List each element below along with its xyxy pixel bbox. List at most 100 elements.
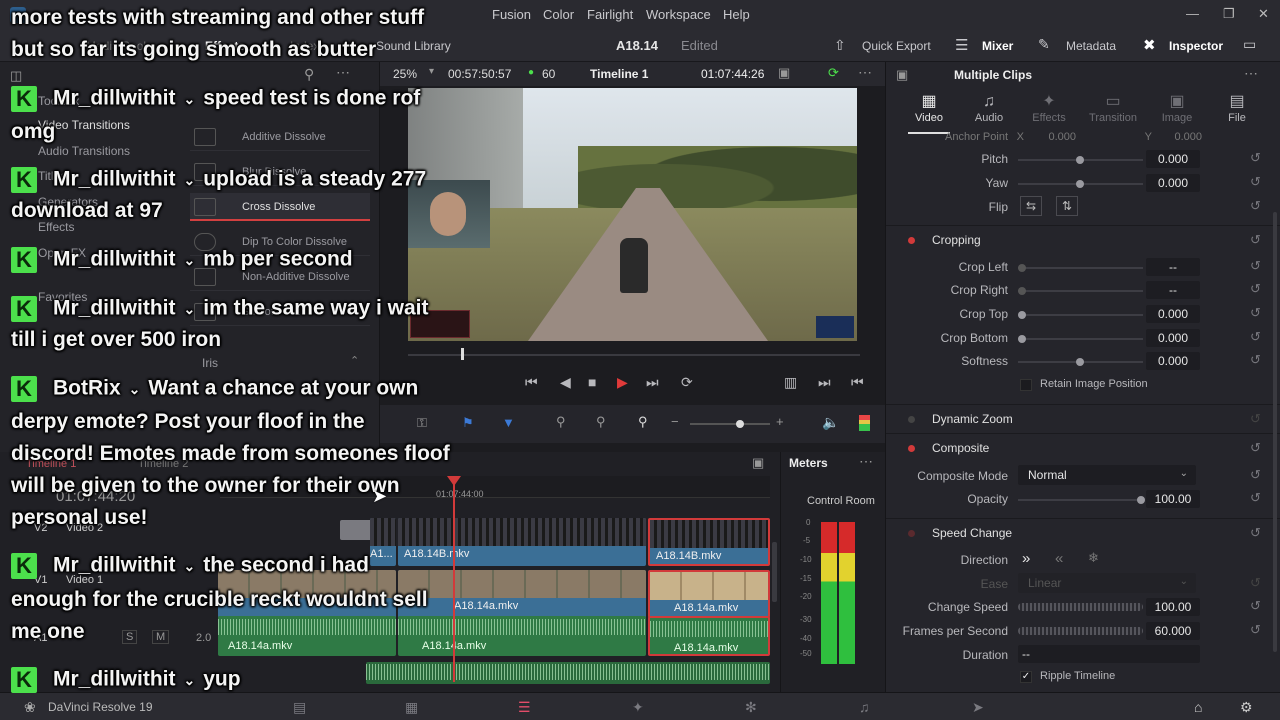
cut-page-icon[interactable]: ▦ bbox=[405, 699, 418, 716]
video-frame[interactable] bbox=[408, 88, 857, 341]
crop-left-value[interactable]: -- bbox=[1146, 258, 1200, 276]
speed-change-section-header[interactable]: Speed Change ↺ bbox=[886, 518, 1280, 546]
dynamic-zoom-section-header[interactable]: Dynamic Zoom ↺ bbox=[886, 404, 1280, 432]
video-clip-v2[interactable]: A1... bbox=[370, 518, 396, 566]
play-reverse-icon[interactable]: ◀ bbox=[560, 374, 571, 391]
level-meter-icon[interactable] bbox=[859, 415, 870, 431]
zoom-in-icon[interactable]: + bbox=[776, 414, 784, 429]
home-icon[interactable]: ⌂ bbox=[1194, 699, 1202, 715]
reset-icon[interactable]: ↺ bbox=[1250, 305, 1261, 321]
crop-top-slider[interactable] bbox=[1018, 311, 1143, 319]
zoom-slider-handle[interactable] bbox=[736, 420, 744, 428]
maximize-icon[interactable]: ❐ bbox=[1223, 6, 1235, 22]
reset-icon[interactable]: ↺ bbox=[1250, 198, 1261, 214]
tab-effects[interactable]: ✦ Effects bbox=[1014, 92, 1084, 124]
zoom-out-icon[interactable]: − bbox=[671, 414, 679, 429]
play-icon[interactable]: ▶ bbox=[617, 374, 628, 391]
reset-icon[interactable]: ↺ bbox=[1250, 467, 1261, 483]
menu-fairlight[interactable]: Fairlight bbox=[587, 7, 633, 22]
search-icon[interactable]: ⚲ bbox=[304, 66, 314, 83]
sound-library-button[interactable]: Sound Library bbox=[376, 39, 451, 53]
timeline-name[interactable]: Timeline 1 bbox=[590, 67, 648, 81]
enable-toggle-icon[interactable] bbox=[908, 530, 915, 537]
slider-handle[interactable] bbox=[1076, 156, 1084, 164]
anchor-x-value[interactable]: 0.000 bbox=[1036, 131, 1076, 143]
reset-icon[interactable]: ↺ bbox=[1250, 281, 1261, 297]
inspector-button[interactable]: Inspector bbox=[1169, 39, 1223, 53]
monitor-icon[interactable]: ▣ bbox=[778, 65, 790, 81]
yaw-slider[interactable] bbox=[1018, 180, 1143, 188]
previous-edit-icon[interactable]: ⏮ bbox=[851, 374, 864, 391]
viewer-scrubber[interactable] bbox=[408, 354, 860, 356]
opacity-value[interactable]: 100.00 bbox=[1146, 490, 1200, 508]
reset-icon[interactable]: ↺ bbox=[1250, 174, 1261, 190]
slider-handle[interactable] bbox=[1076, 358, 1084, 366]
duration-field[interactable]: -- bbox=[1018, 645, 1200, 663]
more-options-icon[interactable]: ⋯ bbox=[858, 64, 872, 81]
reset-icon[interactable]: ↺ bbox=[1250, 329, 1261, 345]
ease-select[interactable]: Linear ⌄ bbox=[1018, 573, 1196, 593]
ripple-timeline-checkbox[interactable]: ✓ bbox=[1020, 671, 1032, 683]
edit-page-icon[interactable]: ☰ bbox=[518, 699, 531, 716]
fullscreen-icon[interactable]: ▭ bbox=[1243, 36, 1256, 53]
freeze-icon[interactable]: ❄ bbox=[1088, 550, 1099, 566]
pitch-slider[interactable] bbox=[1018, 156, 1143, 164]
marker-icon[interactable]: ▼ bbox=[502, 415, 515, 430]
go-to-start-icon[interactable]: ⏮ bbox=[525, 374, 538, 391]
track-solo-button[interactable]: S bbox=[122, 630, 138, 644]
inspector-layout-icon[interactable]: ▣ bbox=[896, 67, 908, 83]
reset-icon[interactable]: ↺ bbox=[1250, 622, 1261, 638]
panel-toggle-icon[interactable]: ◫ bbox=[10, 68, 22, 84]
reset-icon[interactable]: ↺ bbox=[1250, 440, 1261, 456]
transition-item-selected[interactable]: Cross Dissolve bbox=[190, 193, 370, 221]
reset-icon[interactable]: ↺ bbox=[1250, 525, 1261, 541]
media-page-icon[interactable]: ▤ bbox=[293, 699, 306, 716]
inspector-scrollbar[interactable] bbox=[1273, 212, 1277, 652]
fps-value[interactable]: 60.000 bbox=[1146, 622, 1200, 640]
more-options-icon[interactable]: ⋯ bbox=[859, 453, 873, 470]
minimize-icon[interactable]: — bbox=[1186, 6, 1199, 21]
metadata-button[interactable]: Metadata bbox=[1066, 39, 1116, 53]
reset-icon[interactable]: ↺ bbox=[1250, 490, 1261, 506]
crop-bottom-slider[interactable] bbox=[1018, 335, 1143, 343]
effects-category-audio-transitions[interactable]: Audio Transitions bbox=[38, 144, 130, 158]
scrubber-handle[interactable] bbox=[461, 348, 464, 360]
loop-icon[interactable]: ⟳ bbox=[681, 374, 693, 391]
tab-file[interactable]: ▤ File bbox=[1202, 92, 1272, 124]
menu-workspace[interactable]: Workspace bbox=[646, 7, 711, 22]
composite-mode-select[interactable]: Normal ⌄ bbox=[1018, 465, 1196, 485]
video-clip-v1-selected[interactable]: A18.14a.mkv bbox=[648, 570, 770, 618]
chevron-up-icon[interactable]: ⌃ bbox=[350, 354, 359, 367]
pitch-value[interactable]: 0.000 bbox=[1146, 150, 1200, 168]
zoom-detail-icon[interactable]: ⚲ bbox=[638, 414, 648, 430]
reverse-icon[interactable]: « bbox=[1055, 550, 1063, 567]
lock-icon[interactable]: ⚿ bbox=[417, 415, 427, 431]
iris-group-label[interactable]: Iris bbox=[202, 356, 218, 370]
audio-clip-a1-selected[interactable]: A18.14a.mkv bbox=[648, 616, 770, 656]
tab-transition[interactable]: ▭ Transition bbox=[1078, 92, 1148, 124]
deliver-page-icon[interactable]: ➤ bbox=[972, 699, 984, 716]
crop-top-value[interactable]: 0.000 bbox=[1146, 305, 1200, 323]
composite-section-header[interactable]: Composite ↺ bbox=[886, 433, 1280, 461]
video-clip-v2[interactable]: A18.14B.mkv bbox=[398, 518, 646, 566]
crop-left-slider[interactable] bbox=[1018, 264, 1143, 272]
menu-color[interactable]: Color bbox=[543, 7, 574, 22]
opacity-slider[interactable] bbox=[1018, 496, 1145, 504]
more-options-icon[interactable]: ⋯ bbox=[1244, 65, 1258, 82]
timeline-scrollbar[interactable] bbox=[772, 542, 777, 602]
zoom-level[interactable]: 25% bbox=[393, 67, 417, 81]
match-frame-icon[interactable]: ▥ bbox=[784, 374, 797, 391]
flag-icon[interactable]: ⚑ bbox=[462, 415, 474, 431]
audio-clip-a1[interactable]: A18.14a.mkv bbox=[398, 616, 646, 656]
video-clip-v1[interactable]: A18.14a.mkv bbox=[398, 570, 646, 618]
crop-right-slider[interactable] bbox=[1018, 287, 1143, 295]
fusion-page-icon[interactable]: ✦ bbox=[632, 699, 644, 716]
slider-handle[interactable] bbox=[1018, 335, 1026, 343]
playhead[interactable] bbox=[453, 476, 455, 682]
slider-handle[interactable] bbox=[1018, 287, 1026, 295]
slider-handle[interactable] bbox=[1018, 311, 1026, 319]
quick-export-icon[interactable]: ⇧ bbox=[834, 37, 846, 54]
next-edit-icon[interactable]: ⏭ bbox=[818, 374, 831, 391]
reset-icon[interactable]: ↺ bbox=[1250, 411, 1261, 427]
crop-right-value[interactable]: -- bbox=[1146, 281, 1200, 299]
